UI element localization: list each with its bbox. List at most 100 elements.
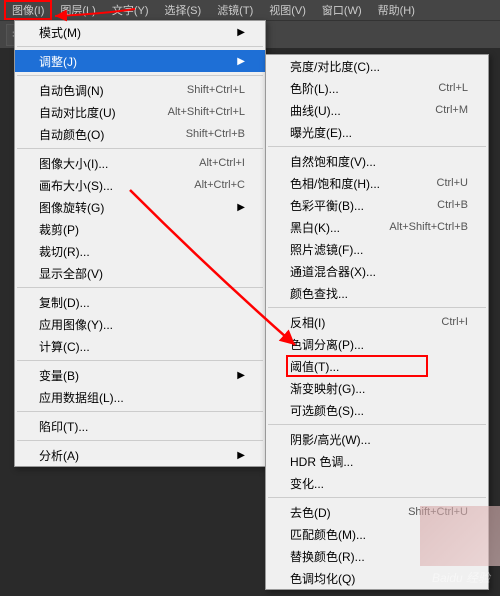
submenu-arrow-icon: ▶ (237, 27, 245, 38)
adjustments-menu-item[interactable]: 曝光度(E)... (266, 121, 488, 143)
adjustments-menu-item[interactable]: 渐变映射(G)... (266, 377, 488, 399)
menu-item-label: 计算(C)... (39, 338, 90, 355)
image-menu-item[interactable]: 图像大小(I)...Alt+Ctrl+I (15, 152, 265, 174)
menu-item-shortcut: Ctrl+B (437, 199, 468, 211)
menu-window[interactable]: 窗口(W) (314, 0, 370, 20)
submenu-arrow-icon: ▶ (237, 202, 245, 213)
menu-item-label: 照片滤镜(F)... (290, 241, 363, 258)
image-menu-item[interactable]: 复制(D)... (15, 291, 265, 313)
background-image-preview (420, 506, 500, 566)
adjustments-menu-item[interactable]: 黑白(K)...Alt+Shift+Ctrl+B (266, 216, 488, 238)
menu-separator (17, 46, 263, 47)
image-menu-item[interactable]: 显示全部(V) (15, 262, 265, 284)
menu-item-label: 匹配颜色(M)... (290, 526, 366, 543)
menu-item-label: 色相/饱和度(H)... (290, 175, 380, 192)
menu-item-label: 变量(B) (39, 367, 79, 384)
adjustments-menu-item[interactable]: 照片滤镜(F)... (266, 238, 488, 260)
menu-item-label: 陷印(T)... (39, 418, 88, 435)
menu-separator (17, 148, 263, 149)
menu-item-label: 色彩平衡(B)... (290, 197, 364, 214)
menu-item-label: 色阶(L)... (290, 80, 339, 97)
adjustments-menu-item[interactable]: 色阶(L)... Ctrl+L (266, 77, 488, 99)
image-menu-item[interactable]: 应用图像(Y)... (15, 313, 265, 335)
adjustments-menu-item[interactable]: 变化... (266, 472, 488, 494)
menu-item-shortcut: Ctrl+I (441, 316, 468, 328)
menu-view[interactable]: 视图(V) (261, 0, 314, 20)
menu-item-label: 裁剪(P) (39, 221, 79, 238)
image-menu-item[interactable]: 变量(B) ▶ (15, 364, 265, 386)
adjustments-menu-item[interactable]: 颜色查找... (266, 282, 488, 304)
menu-text[interactable]: 文字(Y) (104, 0, 157, 20)
menu-separator (17, 411, 263, 412)
menu-item-label: 替换颜色(R)... (290, 548, 365, 565)
menu-item-label: 可选颜色(S)... (290, 402, 364, 419)
menu-item-label: 复制(D)... (39, 294, 90, 311)
menu-item-label: 应用数据组(L)... (39, 389, 124, 406)
menu-item-shortcut: Alt+Shift+Ctrl+B (389, 221, 468, 233)
menu-separator (17, 75, 263, 76)
adjustments-menu-item[interactable]: 亮度/对比度(C)... (266, 55, 488, 77)
menu-item-label: 自动对比度(U) (39, 104, 116, 121)
menu-layer[interactable]: 图层(L) (52, 0, 103, 20)
image-menu-item[interactable]: 应用数据组(L)... (15, 386, 265, 408)
image-menu-item[interactable]: 分析(A)▶ (15, 444, 265, 466)
adjustments-menu-item[interactable]: 色调分离(P)... (266, 333, 488, 355)
menu-item-label: 显示全部(V) (39, 265, 103, 282)
adjustments-menu-item[interactable]: HDR 色调... (266, 450, 488, 472)
menu-item-shortcut: Shift+Ctrl+B (186, 128, 245, 140)
image-menu-item[interactable]: 裁切(R)... (15, 240, 265, 262)
menu-item-label: 自然饱和度(V)... (290, 153, 376, 170)
menu-item-label: HDR 色调... (290, 453, 353, 470)
adjustments-menu-item[interactable]: 色彩平衡(B)... Ctrl+B (266, 194, 488, 216)
menu-item-label: 自动颜色(O) (39, 126, 104, 143)
menu-filter[interactable]: 滤镜(T) (209, 0, 261, 20)
menu-separator (268, 497, 486, 498)
adjustments-menu-item[interactable]: 自然饱和度(V)... (266, 150, 488, 172)
image-menu-item[interactable]: 模式(M)▶ (15, 21, 265, 43)
menu-item-label: 亮度/对比度(C)... (290, 58, 380, 75)
menu-item-label: 调整(J) (39, 53, 77, 70)
menu-item-label: 阴影/高光(W)... (290, 431, 371, 448)
menu-item-label: 曝光度(E)... (290, 124, 352, 141)
image-menu-item[interactable]: 画布大小(S)... Alt+Ctrl+C (15, 174, 265, 196)
image-menu-item[interactable]: 计算(C)... (15, 335, 265, 357)
menu-item-label: 图像大小(I)... (39, 155, 108, 172)
image-menu-item[interactable]: 图像旋转(G) ▶ (15, 196, 265, 218)
adjustments-menu-item[interactable]: 阈值(T)... (266, 355, 488, 377)
adjustments-menu-item[interactable]: 可选颜色(S)... (266, 399, 488, 421)
menu-item-shortcut: Alt+Shift+Ctrl+L (168, 106, 245, 118)
menu-item-label: 色调均化(Q) (290, 570, 355, 587)
menu-help[interactable]: 帮助(H) (370, 0, 423, 20)
image-menu-item[interactable]: 裁剪(P) (15, 218, 265, 240)
watermark: Baidu 经验 (432, 569, 490, 586)
menu-item-label: 应用图像(Y)... (39, 316, 113, 333)
submenu-arrow-icon: ▶ (237, 370, 245, 381)
image-menu-item[interactable]: 调整(J) ▶ (15, 50, 265, 72)
submenu-arrow-icon: ▶ (237, 56, 245, 67)
menu-item-label: 图像旋转(G) (39, 199, 104, 216)
adjustments-menu-item[interactable]: 色相/饱和度(H)...Ctrl+U (266, 172, 488, 194)
dropdown-menu-image: 模式(M)▶ 调整(J) ▶ 自动色调(N) Shift+Ctrl+L 自动对比度(U) A… (14, 20, 266, 467)
menu-item-label: 自动色调(N) (39, 82, 104, 99)
menu-item-label: 阈值(T)... (290, 358, 339, 375)
menu-item-shortcut: Shift+Ctrl+L (187, 84, 245, 96)
menu-item-shortcut: Ctrl+L (438, 82, 468, 94)
image-menu-item[interactable]: 陷印(T)... (15, 415, 265, 437)
menu-item-label: 曲线(U)... (290, 102, 341, 119)
menu-separator (268, 424, 486, 425)
image-menu-item[interactable]: 自动色调(N) Shift+Ctrl+L (15, 79, 265, 101)
image-menu-item[interactable]: 自动颜色(O) Shift+Ctrl+B (15, 123, 265, 145)
menu-select[interactable]: 选择(S) (157, 0, 210, 20)
adjustments-menu-item[interactable]: 通道混合器(X)... (266, 260, 488, 282)
image-menu-item[interactable]: 自动对比度(U) Alt+Shift+Ctrl+L (15, 101, 265, 123)
menubar: 图像(I) 图层(L) 文字(Y) 选择(S) 滤镜(T) 视图(V) 窗口(W… (0, 0, 500, 20)
menu-item-label: 画布大小(S)... (39, 177, 113, 194)
menu-item-label: 通道混合器(X)... (290, 263, 376, 280)
menu-item-shortcut: Alt+Ctrl+C (194, 179, 245, 191)
adjustments-menu-item[interactable]: 曲线(U)...Ctrl+M (266, 99, 488, 121)
adjustments-menu-item[interactable]: 反相(I)Ctrl+I (266, 311, 488, 333)
menu-separator (17, 360, 263, 361)
adjustments-menu-item[interactable]: 阴影/高光(W)... (266, 428, 488, 450)
menu-separator (268, 146, 486, 147)
menu-image[interactable]: 图像(I) (4, 0, 52, 20)
